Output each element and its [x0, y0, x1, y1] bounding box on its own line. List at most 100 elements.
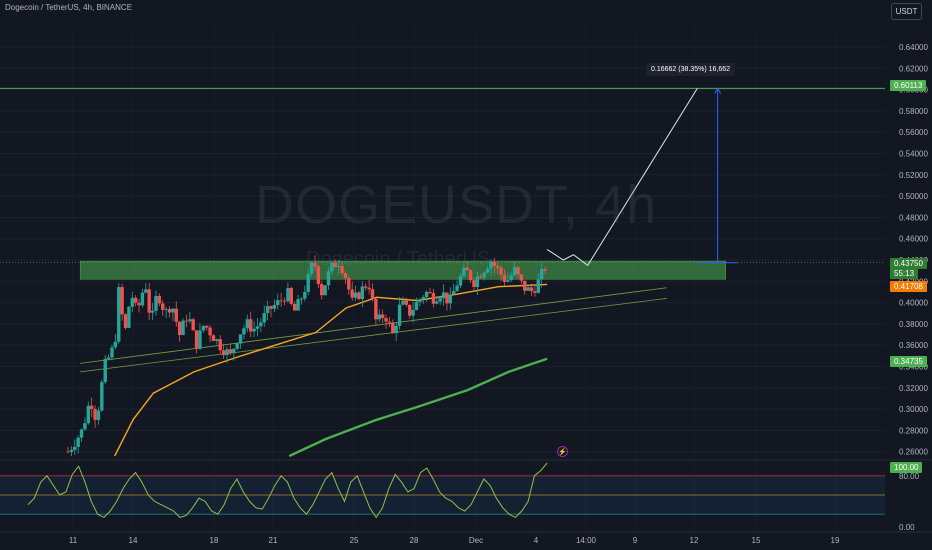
- candle-body: [69, 449, 74, 452]
- candle-body: [276, 300, 280, 306]
- candle-body: [543, 269, 547, 271]
- candle-body: [391, 322, 395, 334]
- candle-body: [289, 288, 293, 304]
- candle-body: [512, 267, 517, 276]
- candle-body: [468, 270, 473, 281]
- candle-body: [350, 289, 354, 298]
- bar-countdown-tag: 55:13: [890, 268, 919, 279]
- price-axis-label: 0.48000: [899, 213, 928, 222]
- time-axis-label: 14:00: [576, 536, 597, 545]
- candle-body: [249, 319, 253, 332]
- candle-body: [194, 330, 199, 349]
- lightning-icon[interactable]: ⚡: [557, 446, 568, 457]
- candle-body: [140, 292, 145, 306]
- candle-body: [184, 320, 189, 322]
- candle-body: [421, 297, 425, 300]
- ema-slow-tag: 0.34735: [890, 356, 927, 367]
- candle-body: [79, 429, 84, 438]
- candle-body: [448, 294, 453, 304]
- candle-body: [225, 349, 229, 356]
- candle-body: [445, 292, 449, 304]
- price-axis-label: 0.38000: [899, 320, 928, 329]
- candle-body: [215, 339, 219, 342]
- chart-window: 0.640000.620000.600000.580000.560000.540…: [0, 0, 932, 550]
- name-watermark: Dogecoin / TetherUS: [306, 248, 491, 270]
- candle-body: [144, 289, 148, 293]
- candle-body: [157, 295, 162, 304]
- price-axis-label: 0.46000: [899, 235, 928, 244]
- candle-body: [110, 347, 114, 358]
- candle-body: [177, 321, 182, 335]
- candle-body: [475, 276, 480, 288]
- time-axis-label: 28: [410, 536, 419, 545]
- candle-body: [326, 271, 331, 286]
- time-axis-label: 9: [633, 536, 638, 545]
- candle-body: [245, 319, 250, 329]
- price-axis-label: 0.64000: [899, 43, 928, 52]
- time-axis-label: 18: [210, 536, 219, 545]
- candle-body: [374, 298, 378, 320]
- time-axis-label: Dec: [469, 536, 483, 545]
- candle-body: [438, 298, 442, 302]
- candle-body: [137, 302, 141, 306]
- candle-body: [150, 310, 155, 313]
- candle-body: [211, 335, 216, 342]
- candle-body: [286, 288, 290, 302]
- candle-body: [401, 300, 405, 305]
- candle-body: [282, 300, 287, 302]
- candle-body: [529, 287, 534, 292]
- candle-body: [397, 304, 402, 326]
- candle-body: [502, 274, 507, 282]
- candle-body: [198, 330, 202, 349]
- price-chart[interactable]: 0.640000.620000.600000.580000.560000.540…: [0, 0, 932, 550]
- time-axis-label: 14: [129, 536, 138, 545]
- candle-body: [117, 287, 121, 342]
- candle-body: [296, 299, 300, 311]
- ema-fast-tag: 0.41708: [890, 281, 927, 292]
- candle-body: [113, 341, 118, 348]
- candle-body: [292, 303, 297, 311]
- candle-body: [86, 405, 90, 424]
- candle-body: [235, 343, 239, 349]
- candle-body: [499, 267, 503, 275]
- candle-body: [265, 306, 270, 314]
- candle-body: [455, 285, 459, 292]
- candle-body: [127, 306, 131, 328]
- candle-body: [299, 298, 304, 300]
- candle-body: [320, 283, 324, 296]
- candle-body: [408, 304, 412, 316]
- price-axis-label: 0.40000: [899, 299, 928, 308]
- candle-body: [191, 319, 195, 331]
- candle-body: [539, 269, 544, 280]
- candle-body: [533, 291, 537, 293]
- candle-body: [428, 291, 432, 294]
- candle-body: [188, 319, 192, 322]
- candle-body: [343, 273, 348, 278]
- target-price-tag: 0.60113: [890, 80, 927, 91]
- price-axis-label: 0.26000: [899, 448, 928, 457]
- candle-body: [360, 286, 365, 300]
- candle-body: [73, 446, 77, 450]
- price-axis-label: 0.28000: [899, 426, 928, 435]
- candle-body: [93, 408, 97, 420]
- candle-body: [228, 349, 233, 354]
- candle-body: [303, 291, 307, 299]
- candle-body: [232, 348, 236, 354]
- candle-body: [506, 280, 510, 282]
- candle-body: [242, 328, 246, 335]
- candle-body: [411, 309, 415, 316]
- candle-body: [387, 321, 392, 323]
- candle-body: [252, 328, 256, 332]
- candle-body: [100, 382, 104, 411]
- candle-body: [221, 350, 226, 356]
- price-axis-label: 0.52000: [899, 171, 928, 180]
- currency-button[interactable]: USDT: [891, 3, 922, 20]
- rsi-axis-label: 80.00: [899, 472, 920, 481]
- candle-body: [441, 292, 446, 299]
- candle-body: [76, 437, 80, 447]
- ema-slow-line: [288, 357, 548, 458]
- price-axis-label: 0.30000: [899, 405, 928, 414]
- candle-body: [208, 327, 212, 336]
- candle-body: [377, 314, 381, 320]
- candle-body: [367, 287, 371, 290]
